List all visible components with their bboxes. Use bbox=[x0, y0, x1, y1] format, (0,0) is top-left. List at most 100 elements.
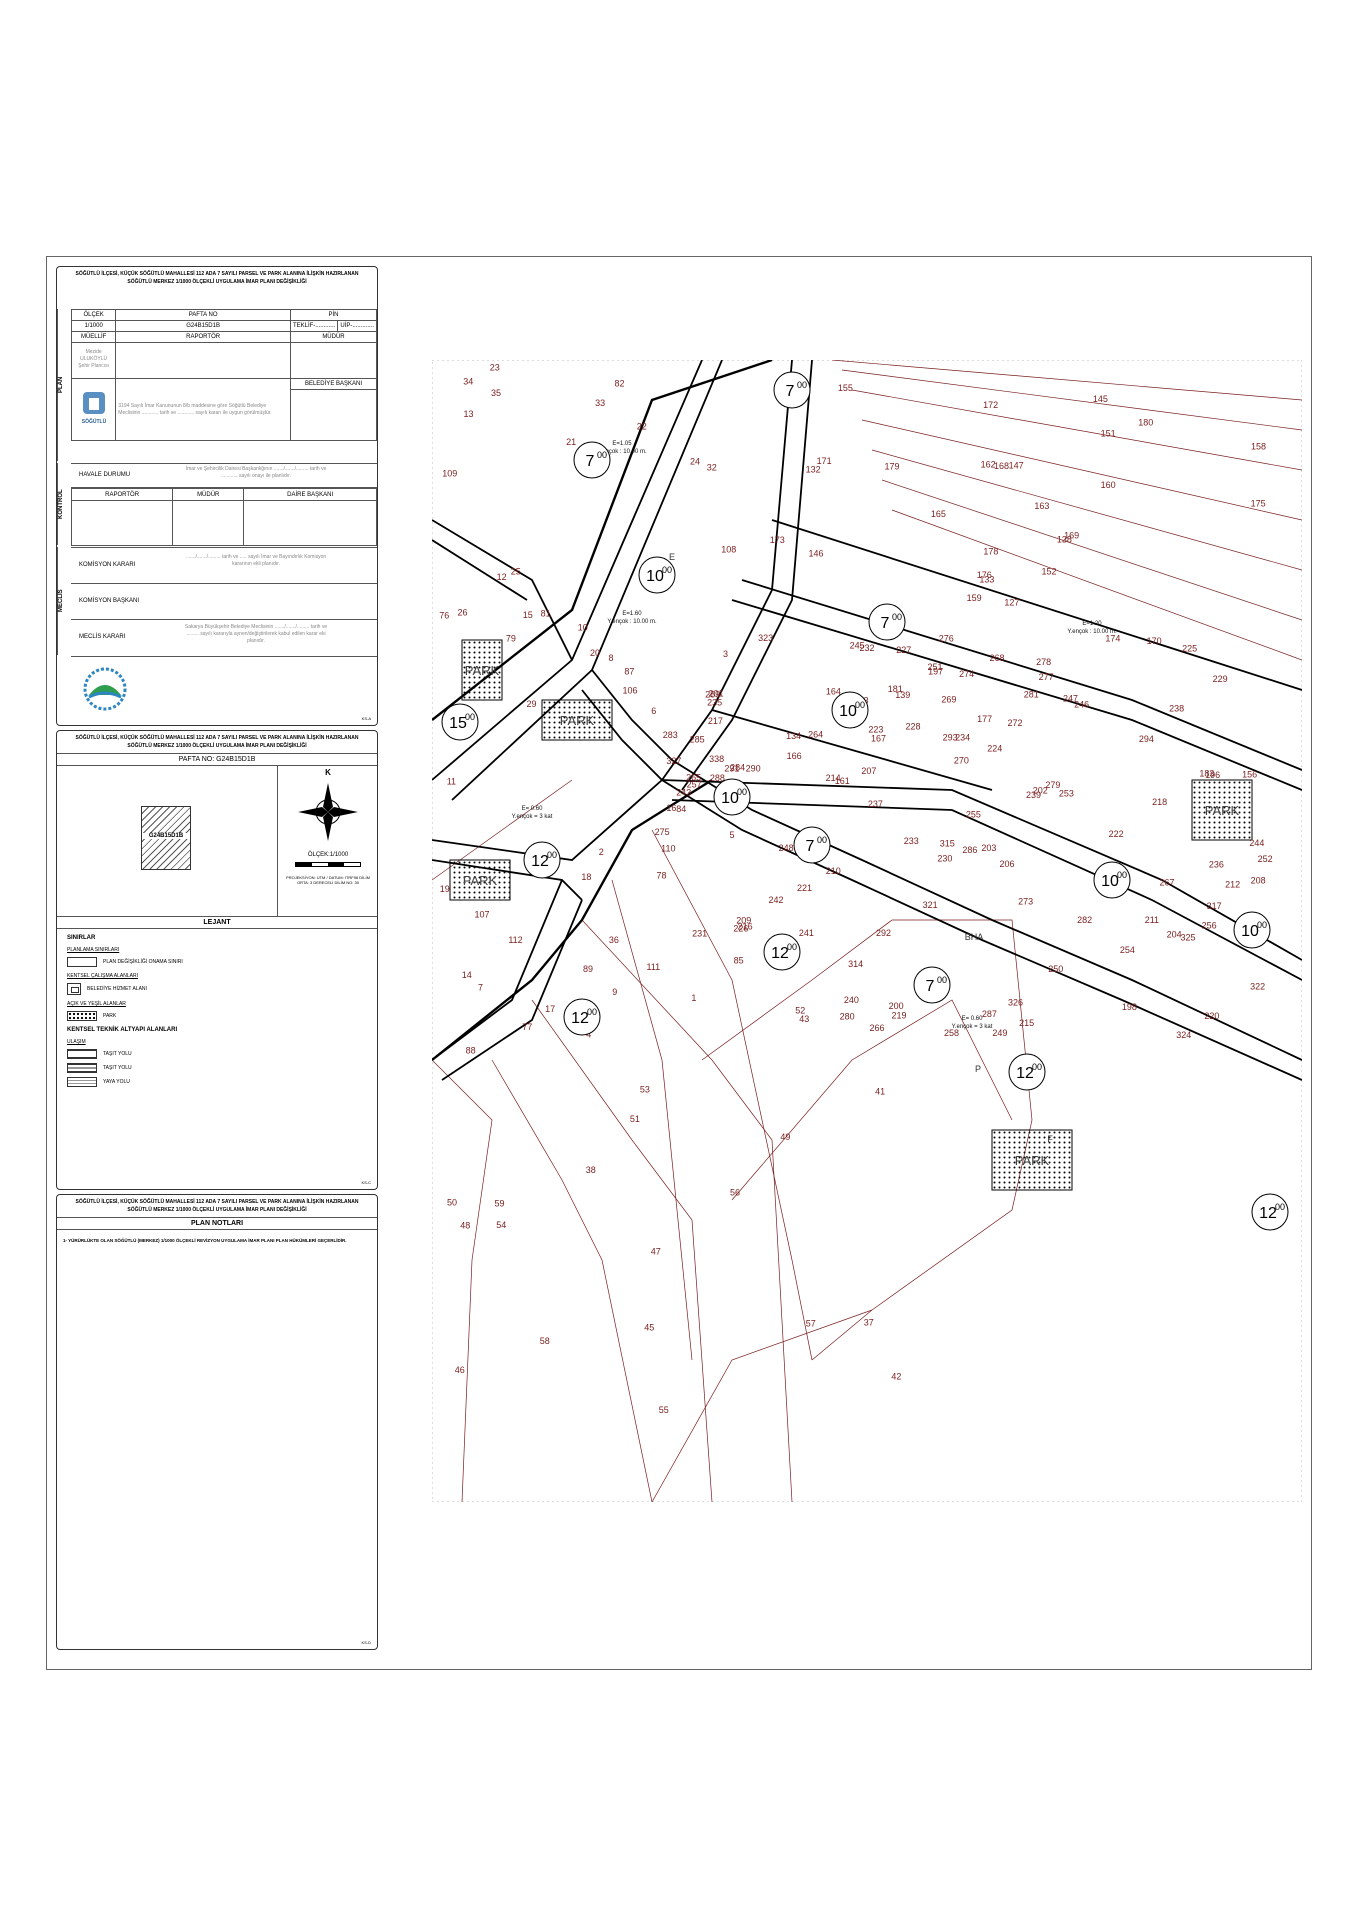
compass-rose-icon bbox=[298, 783, 358, 841]
transfer-row: HAVALE DURUMU İmar ve Şehircilik Dairesi… bbox=[71, 463, 377, 488]
zoning-height: Y.ençok = 3 kat bbox=[512, 814, 553, 820]
parcel-number: 77 bbox=[522, 1022, 532, 1032]
parcel-number: 173 bbox=[770, 535, 785, 545]
park-swatch bbox=[67, 1011, 97, 1021]
parcel-number: 338 bbox=[709, 754, 724, 764]
scale-header: ÖLÇEK bbox=[70, 309, 117, 321]
parcel-number: 242 bbox=[768, 895, 783, 905]
council-decision-label: MECLİS KARARI bbox=[79, 634, 126, 640]
parcel-number: 200 bbox=[889, 1001, 904, 1011]
parcel-number: 250 bbox=[1048, 964, 1063, 974]
parcel-number: 155 bbox=[838, 383, 853, 393]
parcel-number: 229 bbox=[1213, 674, 1228, 684]
legend-item-road-2: TAŞIT YOLU bbox=[67, 1063, 377, 1073]
parcel-number: 164 bbox=[826, 687, 841, 697]
mayor-header: BELEDİYE BAŞKANI bbox=[289, 378, 378, 390]
parcel-number: 321 bbox=[923, 900, 938, 910]
road-width-value: 7 bbox=[786, 383, 795, 400]
key-map-area: G24B15D1B K ÖLÇEK:1/1000 PROJEKSİYON: UT… bbox=[57, 766, 377, 916]
parcel-number: 231 bbox=[692, 929, 707, 939]
parcel-number: 127 bbox=[1004, 598, 1019, 608]
parcel-number: 274 bbox=[959, 669, 974, 679]
parcel-number: 109 bbox=[442, 469, 457, 479]
boundaries-heading: SINIRLAR bbox=[67, 935, 96, 941]
parcel-number: 10 bbox=[578, 622, 588, 632]
parcel-number: 222 bbox=[1109, 829, 1124, 839]
park-label: PARK bbox=[1205, 803, 1240, 818]
parcel-number: 51 bbox=[630, 1114, 640, 1124]
parcel-number: 16 bbox=[666, 803, 676, 813]
council-decision-note: Sakarya Büyükşehir Belediye Meclisinin .… bbox=[184, 624, 328, 644]
control-head: DAİRE BAŞKANI bbox=[243, 487, 377, 502]
reporter-header: RAPORTÖR bbox=[115, 331, 291, 343]
parcel-number: 76 bbox=[439, 610, 449, 620]
parcel-number: 50 bbox=[447, 1197, 457, 1207]
parcel-number: 36 bbox=[609, 935, 619, 945]
parcel-number: 287 bbox=[982, 1009, 997, 1019]
road-width-sup: 00 bbox=[797, 380, 807, 390]
parcel-number: 112 bbox=[508, 935, 522, 945]
parcel-number: 282 bbox=[1077, 915, 1092, 925]
parcel-number: 283 bbox=[663, 730, 678, 740]
section-council-label: MECLİS bbox=[57, 547, 72, 655]
parcel-number: 236 bbox=[1209, 859, 1224, 869]
legend-item-park-label: PARK bbox=[103, 1013, 117, 1019]
parcel-number: 176 bbox=[977, 570, 992, 580]
road-width-sup: 00 bbox=[937, 975, 947, 985]
parcel-number: 266 bbox=[869, 1023, 884, 1033]
parcel-number: 254 bbox=[1120, 945, 1135, 955]
parcel-number: 268 bbox=[989, 653, 1004, 663]
road-width-sup: 00 bbox=[1275, 1202, 1285, 1212]
parcel-number: 58 bbox=[540, 1336, 550, 1346]
parcel-number: 88 bbox=[466, 1046, 476, 1056]
title-block: SÖĞÜTLÜ İLÇESİ, KÜÇÜK SÖĞÜTLÜ MAHALLESİ … bbox=[56, 266, 378, 726]
parcel-number: 156 bbox=[1242, 769, 1257, 779]
council-decision-row: MECLİS KARARI Sakarya Büyükşehir Belediy… bbox=[71, 619, 377, 657]
parcel-number: 293 bbox=[943, 733, 958, 743]
parcel-number: 249 bbox=[992, 1028, 1007, 1038]
parcel-number: 45 bbox=[644, 1322, 654, 1332]
parcel-number: 1 bbox=[691, 993, 696, 1003]
map-label: BHA bbox=[965, 932, 984, 942]
parcel-number: 175 bbox=[1251, 499, 1266, 509]
parcel-number: 208 bbox=[1251, 876, 1266, 886]
north-label: K bbox=[325, 768, 331, 777]
map-label: P bbox=[975, 1064, 981, 1074]
commission-decision-label: KOMİSYON KARARI bbox=[79, 562, 136, 568]
north-scale-box: K ÖLÇEK:1/1000 PROJEKSİYON: UTM / DATUM:… bbox=[277, 766, 378, 916]
parcel-number: 7 bbox=[478, 982, 483, 992]
parcel-number: 210 bbox=[826, 866, 841, 876]
parcel-number: 209 bbox=[736, 916, 751, 926]
parcel-number: 317 bbox=[1207, 901, 1222, 911]
road-width-sup: 00 bbox=[465, 712, 475, 722]
scale-value: 1/1000 bbox=[70, 320, 117, 332]
parcel-number: 224 bbox=[987, 744, 1002, 754]
parcel-number: 20 bbox=[590, 648, 600, 658]
parcel-number: 24 bbox=[690, 456, 700, 466]
legend-item-road-2-label: TAŞIT YOLU bbox=[103, 1065, 132, 1071]
infrastructure-heading: KENTSEL TEKNİK ALTYAPI ALANLARI bbox=[67, 1027, 178, 1033]
control-signature-row: RAPORTÖR MÜDÜR DAİRE BAŞKANI bbox=[70, 487, 377, 546]
zoning-height: Y.ençok = 3 kat bbox=[952, 1024, 993, 1030]
parcel-number: 223 bbox=[868, 725, 883, 735]
author-header: MÜELLİF bbox=[70, 331, 117, 343]
parcel-number: 324 bbox=[1176, 1030, 1191, 1040]
parcel-number: 253 bbox=[1059, 789, 1074, 799]
road-width-value: 7 bbox=[926, 978, 935, 995]
parcel-number: 197 bbox=[928, 667, 943, 677]
parcel-number: 9 bbox=[612, 987, 617, 997]
parcel-number: 217 bbox=[708, 716, 723, 726]
section-plan-label: PLAN bbox=[57, 309, 72, 461]
pedestrian-swatch bbox=[67, 1077, 97, 1087]
commission-chair-row: KOMİSYON BAŞKANI bbox=[71, 583, 377, 620]
logo-text: SÖĞÜTLÜ bbox=[81, 417, 106, 425]
parcel-number: 294 bbox=[1139, 734, 1154, 744]
parcel-number: 270 bbox=[954, 756, 969, 766]
parcel-number: 280 bbox=[840, 1012, 855, 1022]
parcel-number: 3 bbox=[723, 649, 728, 659]
key-sheet-box: G24B15D1B bbox=[141, 806, 191, 870]
parcel-number: 79 bbox=[506, 634, 516, 644]
road-width-sup: 00 bbox=[737, 787, 747, 797]
plan-note-1: 1- YÜRÜRLÜKTE OLAN SÖĞÜTLÜ (MERKEZ) 1/10… bbox=[63, 1238, 347, 1243]
parcel-number: 252 bbox=[1258, 854, 1273, 864]
